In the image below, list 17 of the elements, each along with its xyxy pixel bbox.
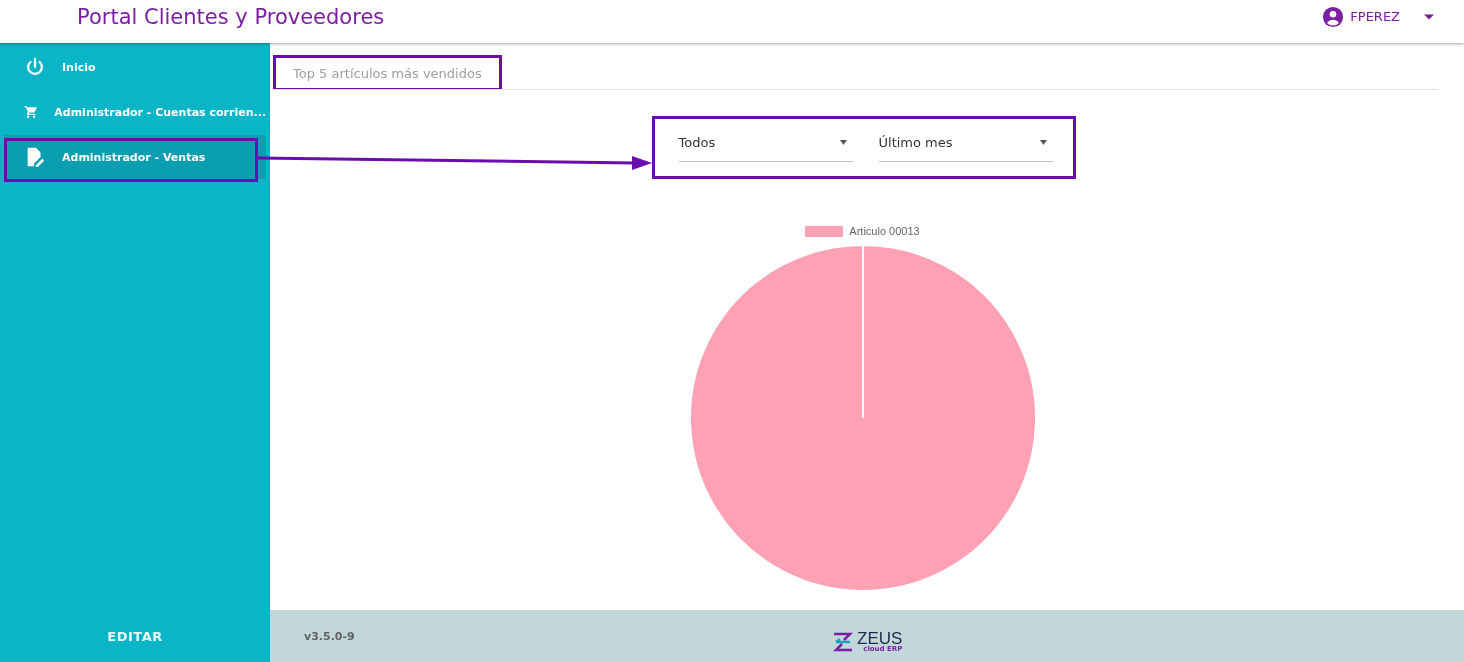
power-icon [24, 56, 46, 78]
user-avatar-icon [1322, 5, 1345, 28]
edit-button[interactable]: EDITAR [0, 610, 270, 662]
caret-icon [1424, 13, 1434, 20]
logo-icon [832, 631, 854, 652]
caret-icon [1039, 140, 1047, 145]
caret-icon [839, 140, 847, 145]
user-menu[interactable]: FPEREZ [1322, 5, 1434, 28]
logo-name: ZEUS [857, 630, 903, 647]
dropdown[interactable]: Último mes [878, 135, 1053, 162]
sidebar-item[interactable]: Administrador - Cuentas corrien... [4, 90, 266, 134]
legend-item[interactable]: Articulo 00013 [805, 225, 920, 237]
sidebar-item[interactable]: Inicio [4, 45, 266, 89]
sidebar-item[interactable]: Administrador - Ventas [4, 135, 266, 179]
version-label: v3.5.0-9 [304, 629, 355, 643]
dropdown[interactable]: Todos [678, 135, 853, 162]
app-title: Portal Clientes y Proveedores [77, 4, 385, 29]
